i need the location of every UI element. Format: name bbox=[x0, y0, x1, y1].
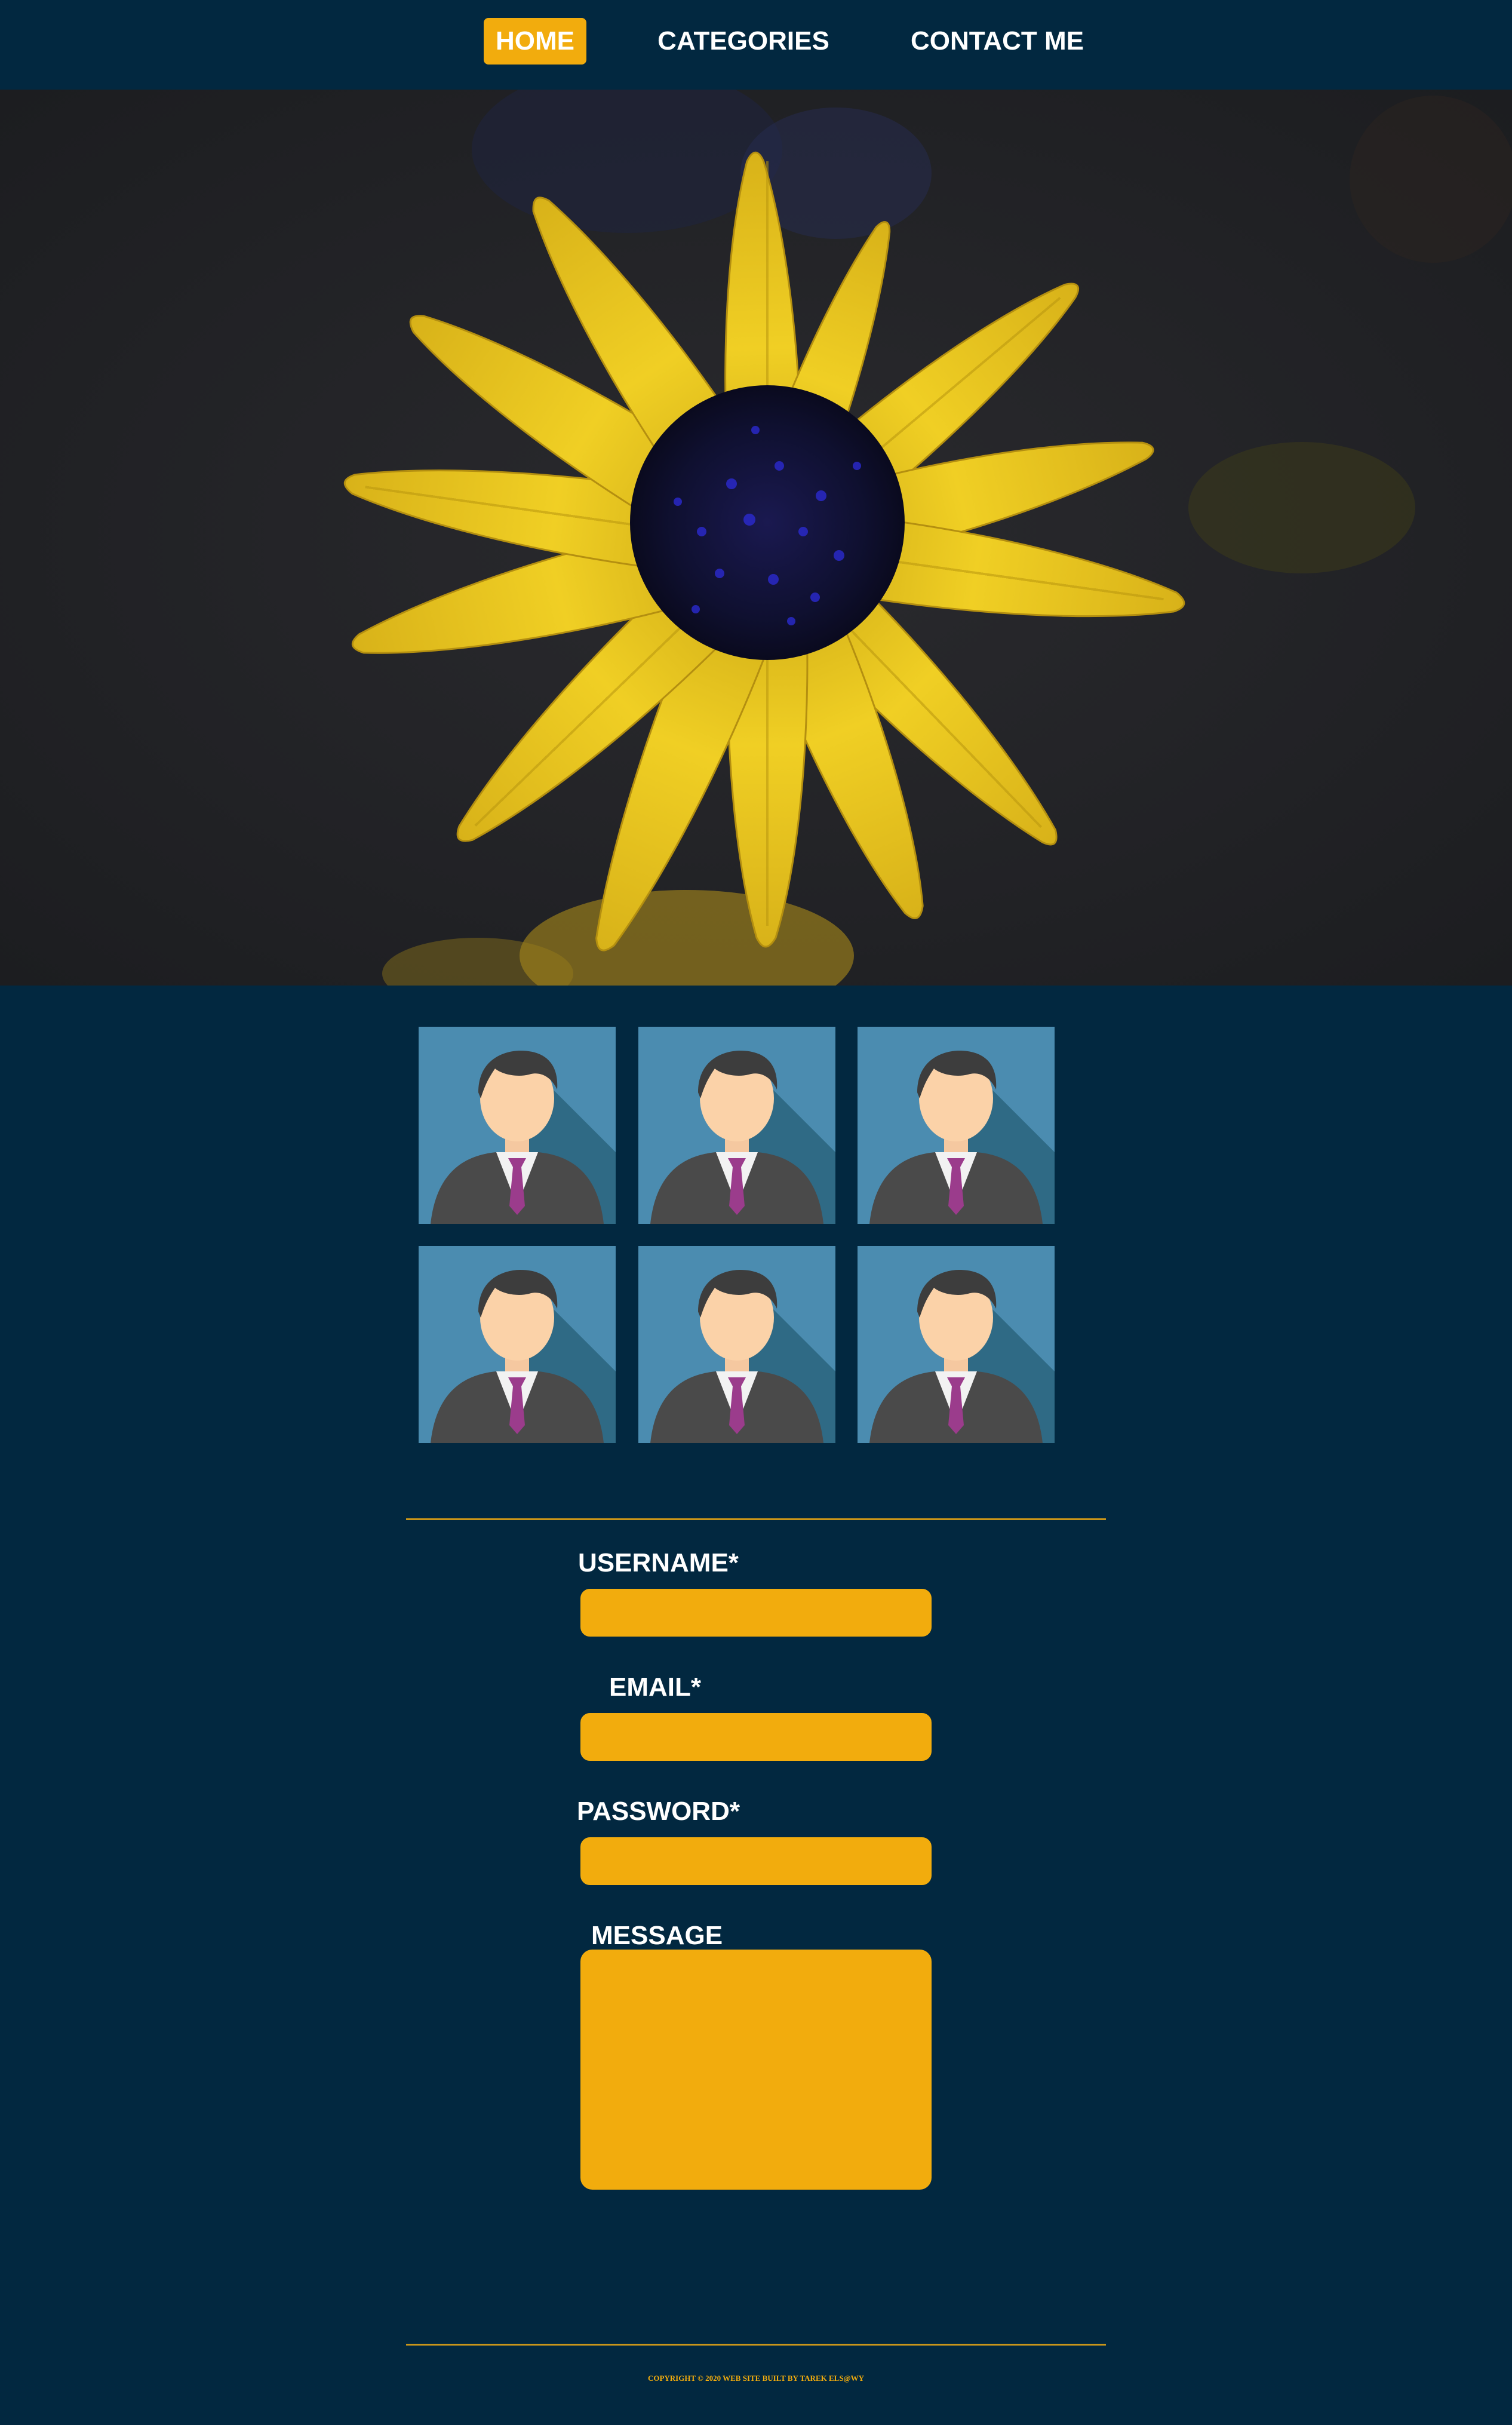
section-divider bbox=[406, 1518, 1106, 1520]
message-label: MESSAGE bbox=[591, 1921, 723, 1950]
nav-categories-link[interactable]: CATEGORIES bbox=[651, 18, 836, 65]
nav-contact-link[interactable]: CONTACT ME bbox=[902, 18, 1093, 65]
email-input[interactable] bbox=[580, 1713, 932, 1761]
yellow-flower-image bbox=[0, 90, 1512, 986]
avatar-icon bbox=[858, 1246, 1055, 1443]
profile-thumbnail[interactable] bbox=[638, 1027, 835, 1224]
profile-thumbnail[interactable] bbox=[638, 1246, 835, 1443]
message-textarea[interactable] bbox=[580, 1950, 932, 2190]
avatar-icon bbox=[638, 1246, 835, 1443]
footer-divider bbox=[406, 2344, 1106, 2346]
avatar-icon bbox=[638, 1027, 835, 1224]
profile-thumbnail[interactable] bbox=[419, 1027, 616, 1224]
nav-home-link[interactable]: HOME bbox=[484, 18, 586, 65]
username-label: USERNAME* bbox=[578, 1548, 739, 1577]
avatar-icon bbox=[419, 1027, 616, 1224]
top-nav: HOME CATEGORIES CONTACT ME bbox=[0, 0, 1512, 90]
avatar-icon bbox=[419, 1246, 616, 1443]
hero-image bbox=[0, 90, 1512, 986]
password-input[interactable] bbox=[580, 1837, 932, 1885]
password-label: PASSWORD* bbox=[577, 1797, 740, 1826]
username-input[interactable] bbox=[580, 1589, 932, 1637]
footer-copyright: COPYRIGHT © 2020 WEB SITE BUILT BY TAREK… bbox=[647, 2374, 865, 2383]
profile-thumbnail[interactable] bbox=[858, 1027, 1055, 1224]
email-label: EMAIL* bbox=[609, 1672, 701, 1702]
avatar-icon bbox=[858, 1027, 1055, 1224]
profile-thumbnail[interactable] bbox=[858, 1246, 1055, 1443]
profile-thumbnail[interactable] bbox=[419, 1246, 616, 1443]
